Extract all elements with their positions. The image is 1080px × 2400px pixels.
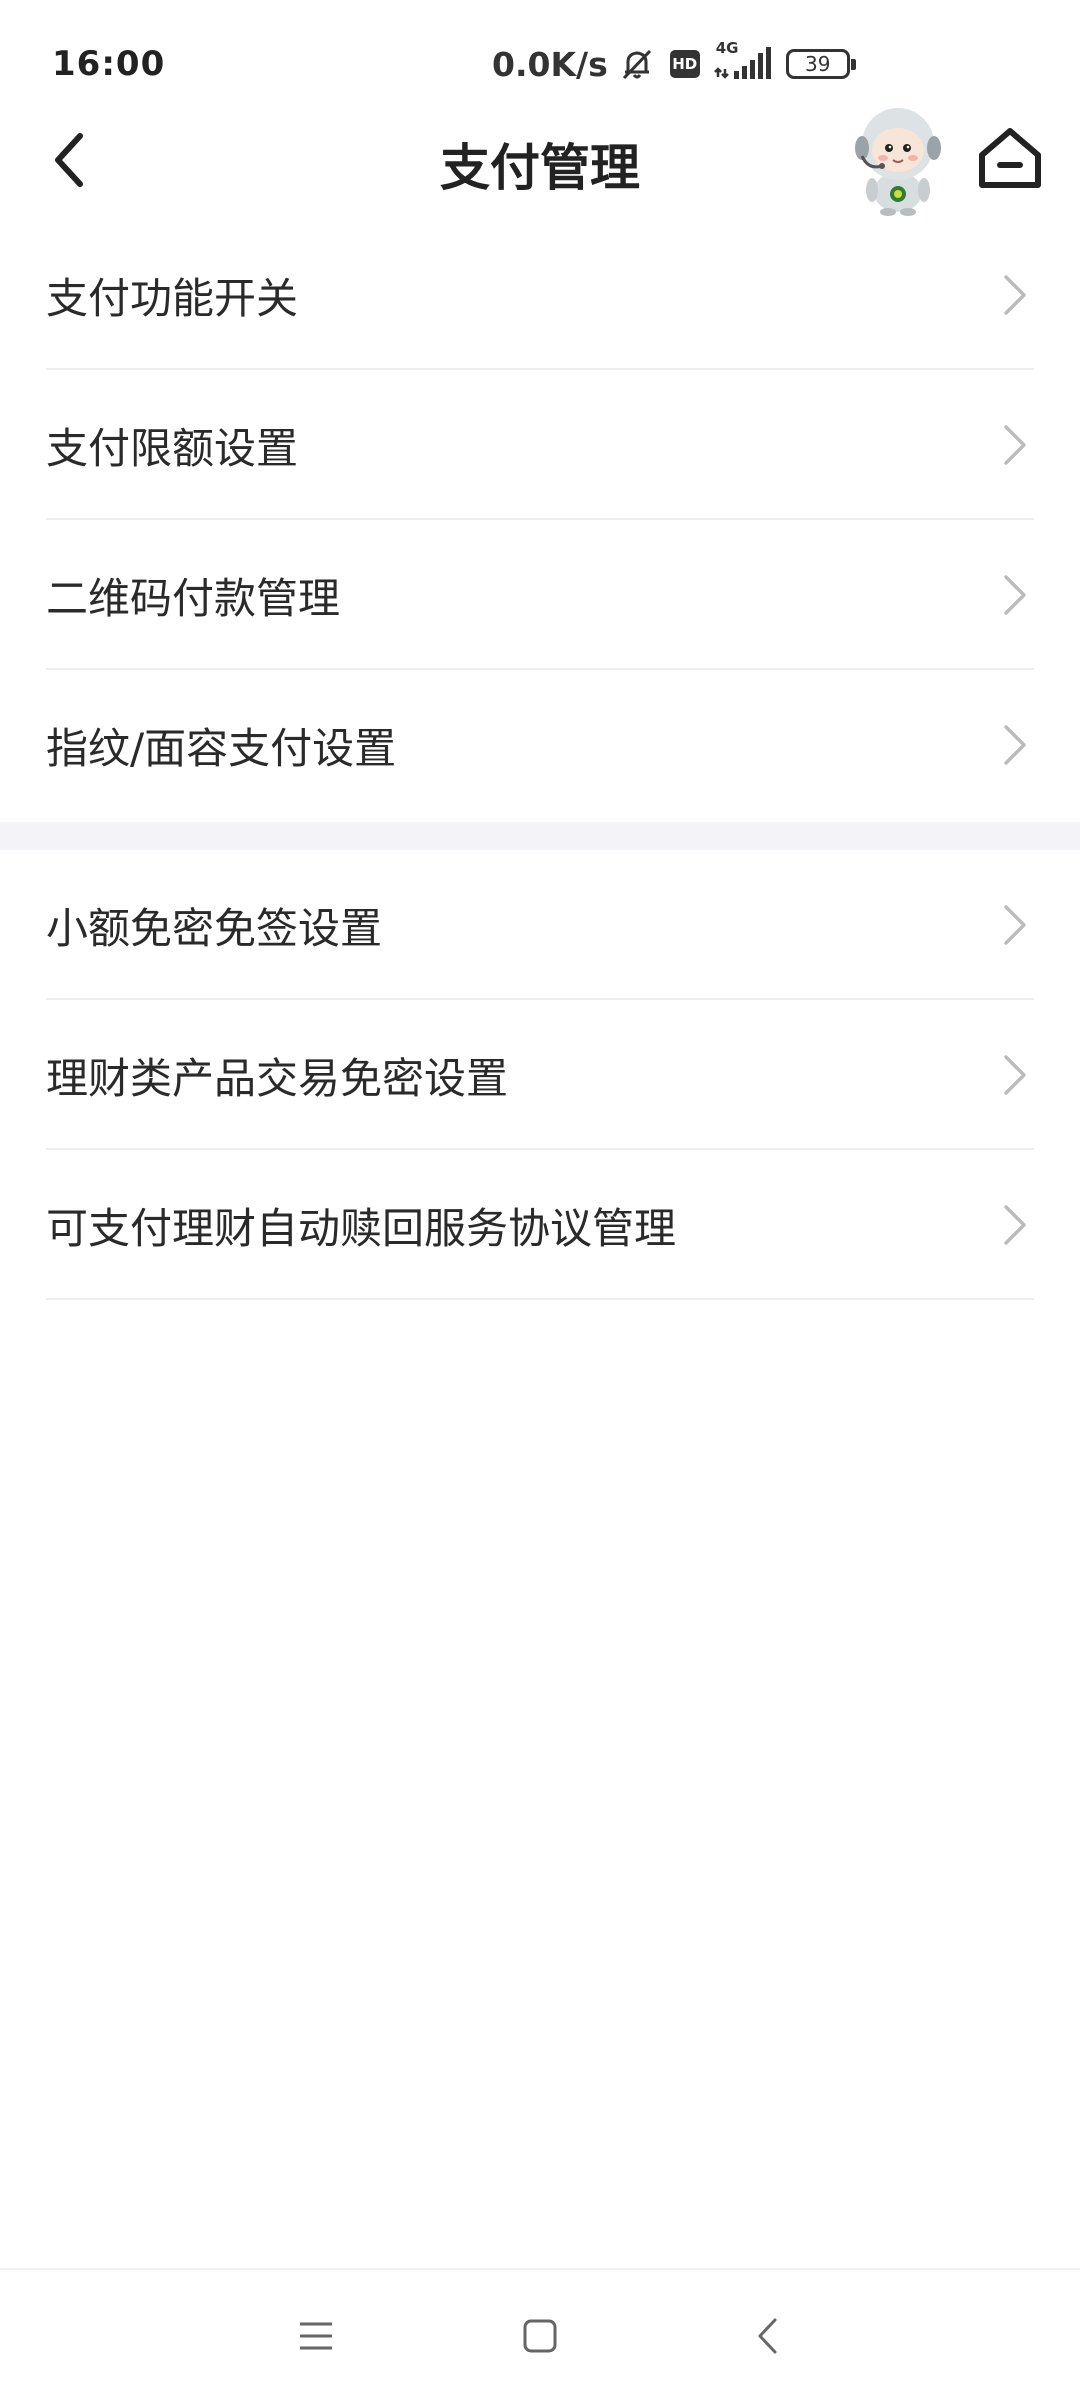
- network-speed: 0.0K/s: [492, 44, 608, 84]
- list-item-label: 支付限额设置: [46, 423, 299, 473]
- list-item-label: 理财类产品交易免密设置: [46, 1053, 509, 1103]
- robot-mascot-icon[interactable]: [848, 104, 948, 216]
- home-nav-button[interactable]: [504, 2300, 576, 2372]
- divider: [46, 1298, 1034, 1300]
- recent-apps-button[interactable]: [280, 2300, 352, 2372]
- list-item-qrcode-payment[interactable]: 二维码付款管理: [0, 520, 1080, 670]
- home-button[interactable]: [972, 120, 1048, 196]
- hd-icon: HD: [669, 50, 700, 78]
- battery-icon: 39: [785, 49, 856, 79]
- chevron-right-icon: [1004, 425, 1026, 465]
- status-time: 16:00: [52, 44, 166, 84]
- bell-muted-icon: [618, 45, 656, 83]
- back-nav-button[interactable]: [732, 2300, 804, 2372]
- chevron-right-icon: [1004, 905, 1026, 945]
- network-type: 4G: [715, 39, 739, 57]
- list-item-payment-limit[interactable]: 支付限额设置: [0, 370, 1080, 520]
- section-separator: [0, 822, 1080, 850]
- list-item-payment-switch[interactable]: 支付功能开关: [0, 220, 1080, 370]
- list-item-label: 二维码付款管理: [46, 573, 341, 623]
- signal-icon: 4G: [713, 39, 772, 81]
- list-item-label: 指纹/面容支付设置: [46, 723, 397, 773]
- square-icon: [523, 2319, 557, 2353]
- system-nav-bar: [0, 2268, 1080, 2400]
- status-icons: 0.0K/s HD 4G 39: [492, 39, 856, 88]
- chevron-right-icon: [1004, 1205, 1026, 1245]
- payment-settings-list: 支付功能开关 支付限额设置 二维码付款管理 指纹/面容支付设置: [0, 220, 1080, 820]
- password-free-settings-list: 小额免密免签设置 理财类产品交易免密设置 可支付理财自动赎回服务协议管理: [0, 850, 1080, 1300]
- menu-icon: [300, 2322, 332, 2350]
- list-item-label: 小额免密免签设置: [46, 903, 383, 953]
- list-item-auto-redemption-agreement[interactable]: 可支付理财自动赎回服务协议管理: [0, 1150, 1080, 1300]
- battery-level: 39: [805, 52, 831, 76]
- chevron-right-icon: [1004, 575, 1026, 615]
- list-item-label: 支付功能开关: [46, 273, 299, 323]
- chevron-right-icon: [1004, 725, 1026, 765]
- list-item-wealth-password-free[interactable]: 理财类产品交易免密设置: [0, 1000, 1080, 1150]
- home-icon: [979, 128, 1041, 188]
- chevron-right-icon: [1004, 275, 1026, 315]
- list-item-label: 可支付理财自动赎回服务协议管理: [46, 1203, 677, 1253]
- header: 支付管理: [0, 100, 1080, 220]
- chevron-right-icon: [1004, 1055, 1026, 1095]
- chevron-left-icon: [758, 2318, 777, 2354]
- list-item-biometric-payment[interactable]: 指纹/面容支付设置: [0, 670, 1080, 820]
- list-item-small-amount-free[interactable]: 小额免密免签设置: [0, 850, 1080, 1000]
